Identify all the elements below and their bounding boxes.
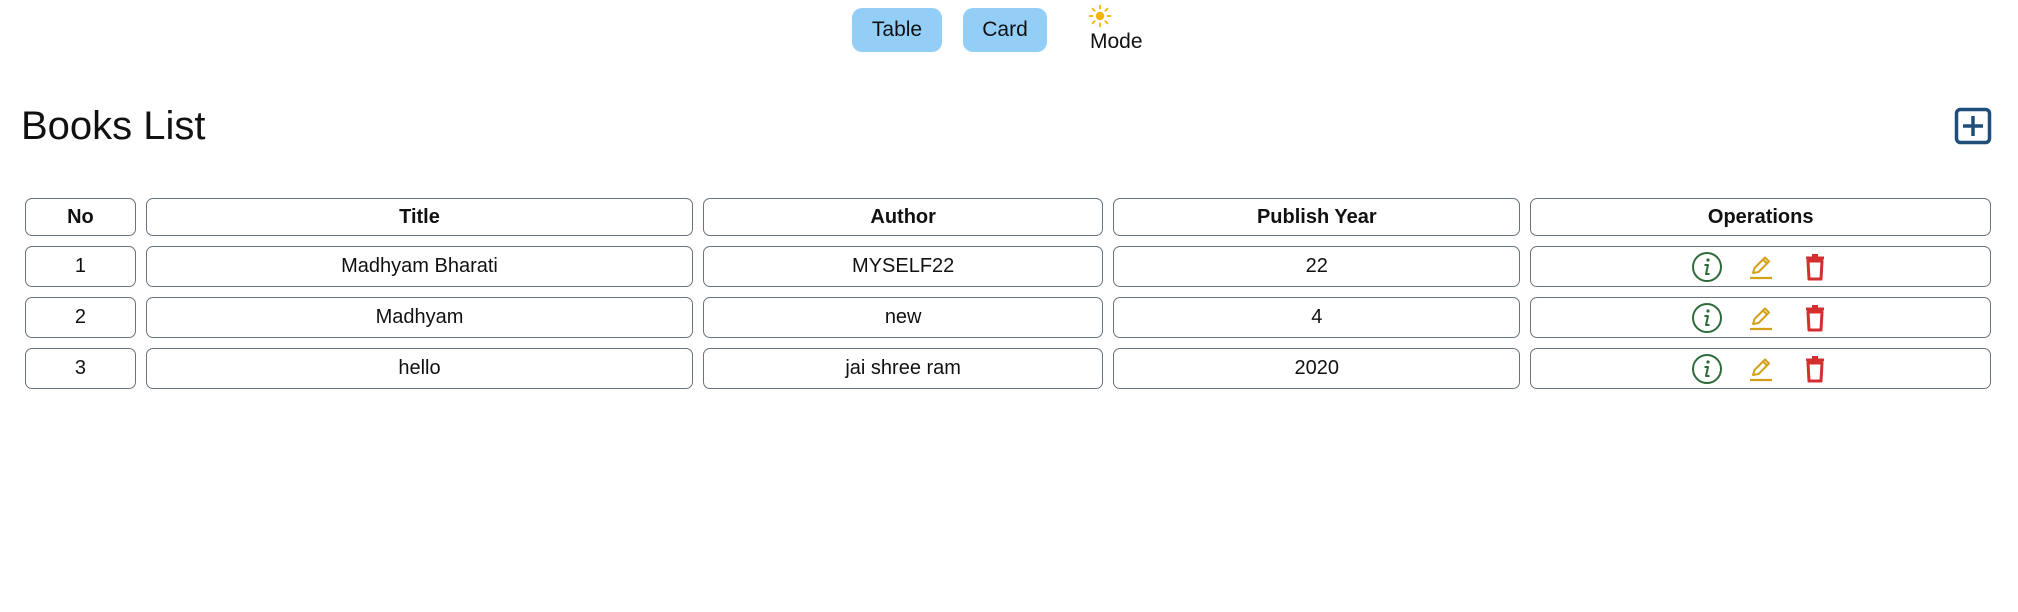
cell-no: 1: [25, 246, 136, 287]
plus-square-icon[interactable]: [1954, 106, 1992, 146]
delete-icon[interactable]: [1799, 353, 1831, 385]
sun-icon: [1088, 4, 1112, 28]
cell-author: MYSELF22: [703, 246, 1104, 287]
delete-icon[interactable]: [1799, 251, 1831, 283]
cell-operations: [1530, 348, 1991, 389]
books-table-container: No Title Author Publish Year Operations …: [25, 198, 1991, 399]
cell-no: 2: [25, 297, 136, 338]
table-row: 1 Madhyam Bharati MYSELF22 22: [25, 246, 1991, 287]
delete-icon[interactable]: [1799, 302, 1831, 334]
edit-icon[interactable]: [1745, 353, 1777, 385]
mode-toggle[interactable]: Mode: [1088, 2, 1158, 56]
cell-title: Madhyam: [145, 297, 694, 338]
header-operations: Operations: [1530, 198, 1991, 236]
page-title: Books List: [21, 104, 206, 148]
edit-icon[interactable]: [1745, 251, 1777, 283]
header-publish-year: Publish Year: [1113, 198, 1521, 236]
table-row: 2 Madhyam new 4: [25, 297, 1991, 338]
cell-title: hello: [145, 348, 694, 389]
cell-author: new: [703, 297, 1104, 338]
cell-operations: [1530, 246, 1991, 287]
cell-title: Madhyam Bharati: [145, 246, 694, 287]
cell-author: jai shree ram: [703, 348, 1104, 389]
header-no: No: [25, 198, 136, 236]
header-title: Title: [145, 198, 694, 236]
cell-year: 22: [1113, 246, 1521, 287]
table-row: 3 hello jai shree ram 2020: [25, 348, 1991, 389]
cell-no: 3: [25, 348, 136, 389]
cell-year: 4: [1113, 297, 1521, 338]
info-icon[interactable]: [1691, 353, 1723, 385]
header-author: Author: [703, 198, 1104, 236]
table-header-row: No Title Author Publish Year Operations: [25, 198, 1991, 236]
cell-year: 2020: [1113, 348, 1521, 389]
top-toolbar: Table Card Mode: [0, 0, 2018, 70]
table-view-button[interactable]: Table: [852, 8, 942, 52]
mode-label: Mode: [1090, 30, 1143, 53]
cell-operations: [1530, 297, 1991, 338]
info-icon[interactable]: [1691, 302, 1723, 334]
edit-icon[interactable]: [1745, 302, 1777, 334]
books-table: No Title Author Publish Year Operations …: [15, 188, 2001, 399]
info-icon[interactable]: [1691, 251, 1723, 283]
card-view-button[interactable]: Card: [963, 8, 1047, 52]
